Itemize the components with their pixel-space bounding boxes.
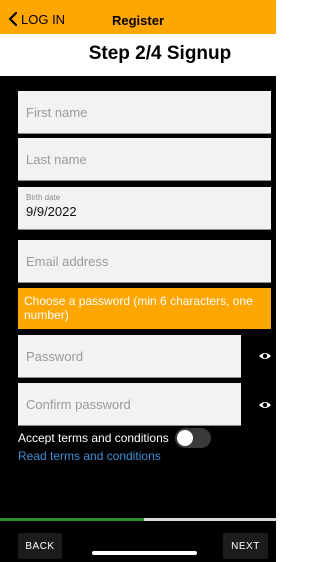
accept-terms-toggle[interactable] [174, 428, 211, 448]
back-to-login-link[interactable]: LOG IN [8, 11, 65, 27]
password-placeholder: Password [26, 349, 84, 364]
last-name-field[interactable]: Last name [18, 138, 271, 181]
accept-terms-row: Accept terms and conditions [18, 428, 211, 448]
home-indicator [92, 551, 197, 555]
confirm-password-placeholder: Confirm password [26, 397, 131, 412]
confirm-password-field[interactable]: Confirm password [18, 383, 241, 426]
birth-date-label: Birth date [26, 193, 61, 202]
eye-icon[interactable] [258, 400, 272, 410]
back-button[interactable]: BACK [18, 533, 62, 559]
last-name-placeholder: Last name [26, 152, 87, 167]
top-bar: LOG IN Register [0, 0, 276, 34]
chevron-left-icon [8, 12, 18, 26]
first-name-field[interactable]: First name [18, 91, 271, 134]
toggle-knob [176, 430, 193, 446]
accept-terms-label: Accept terms and conditions [18, 431, 169, 445]
first-name-placeholder: First name [26, 105, 88, 120]
password-field[interactable]: Password [18, 335, 241, 378]
read-terms-link[interactable]: Read terms and conditions [18, 449, 161, 463]
eye-icon[interactable] [258, 351, 272, 361]
bottom-navigation: BACK NEXT [0, 521, 276, 562]
birth-date-field[interactable]: Birth date 9/9/2022 [18, 187, 271, 230]
email-field[interactable]: Email address [18, 240, 271, 283]
password-hint-banner: Choose a password (min 6 characters, one… [18, 288, 271, 329]
next-button[interactable]: NEXT [223, 533, 268, 559]
email-placeholder: Email address [26, 254, 109, 269]
back-link-label: LOG IN [21, 11, 66, 27]
step-title: Step 2/4 Signup [88, 43, 232, 64]
birth-date-value: 9/9/2022 [26, 204, 77, 219]
